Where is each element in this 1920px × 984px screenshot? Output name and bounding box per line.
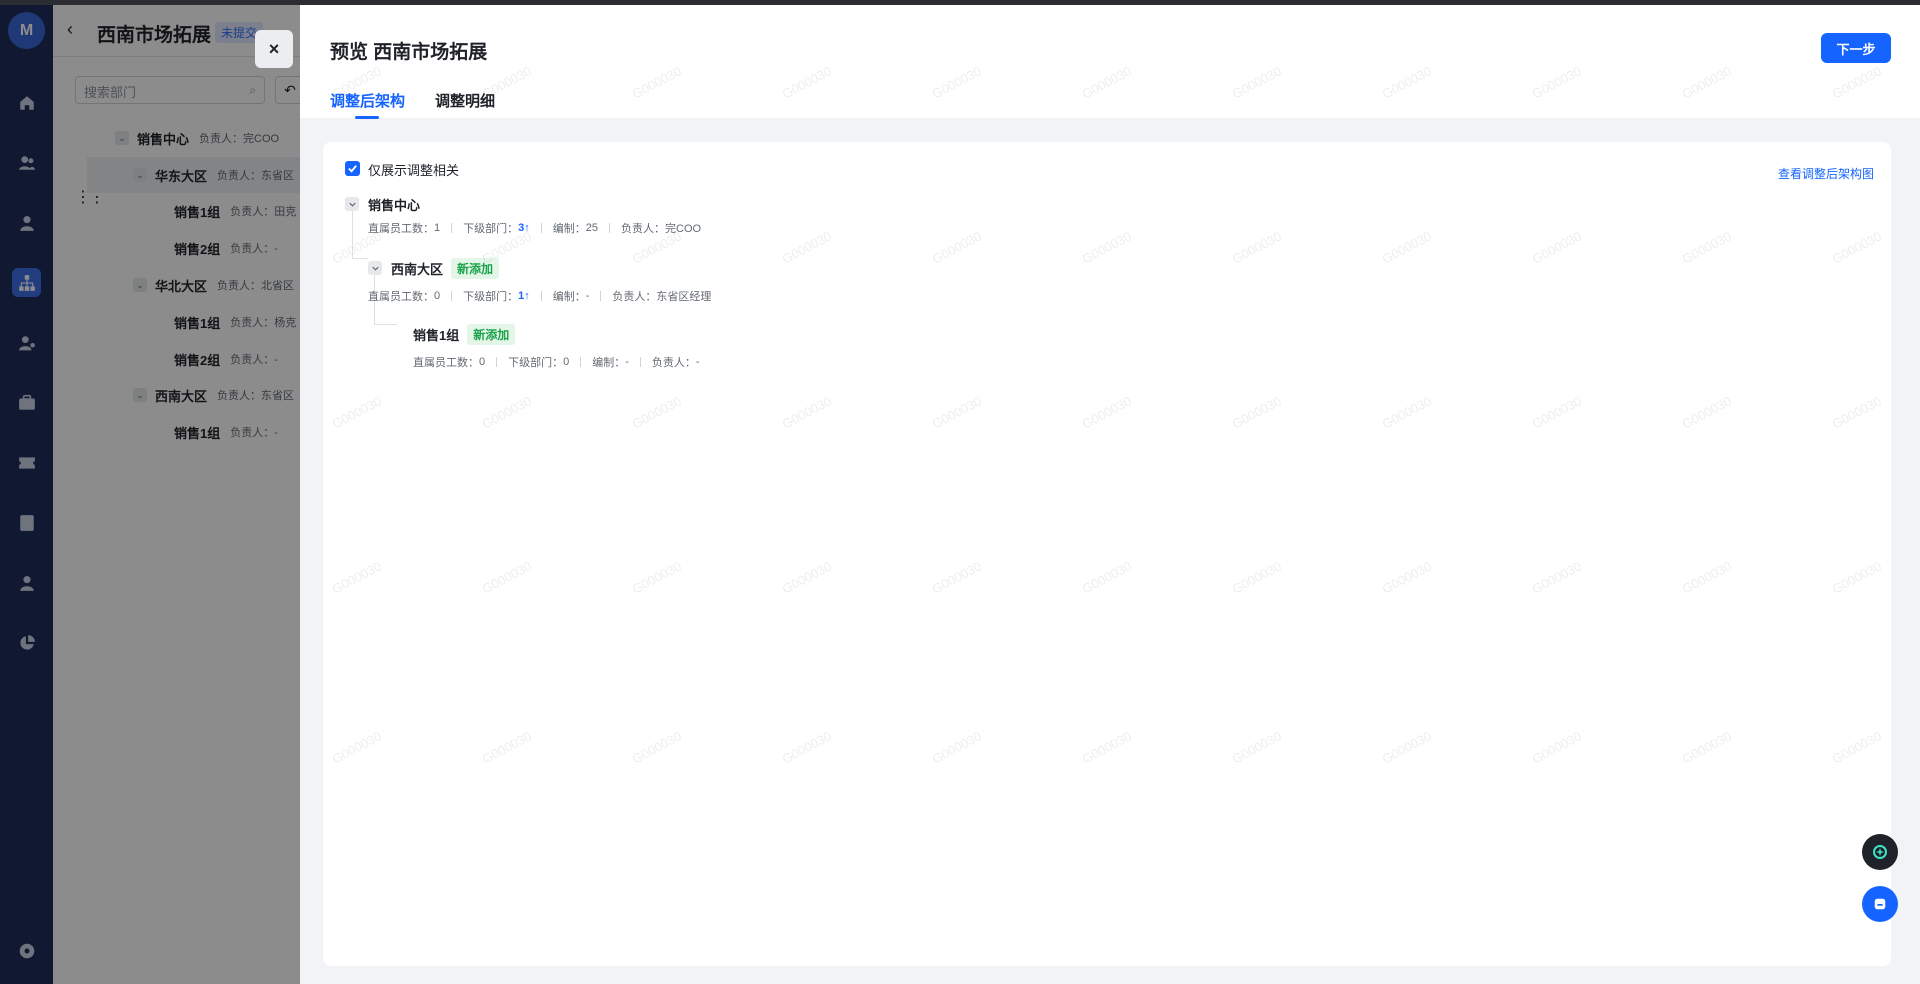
chevron-down-icon[interactable] — [345, 197, 359, 211]
node-name[interactable]: 销售1组 — [413, 325, 459, 344]
node-meta: 直属员工数： 1 下级部门： 3↑ 编制： 25 负责人： 完COO — [368, 222, 702, 235]
sub-department-link[interactable]: 3↑ — [518, 222, 530, 234]
active-tab-indicator — [355, 116, 379, 119]
tab-adjustment-details[interactable]: 调整明细 — [435, 90, 495, 111]
node-meta: 直属员工数： 0 下级部门： 1↑ 编制： - 负责人： 东省区经理 — [368, 290, 712, 303]
filter-checkbox-label[interactable]: 仅展示调整相关 — [368, 160, 459, 179]
tree-node-level1: 西南大区 新添加 直属员工数： 0 下级部门： 1↑ 编制： - 负责人： 东省区经理 — [368, 257, 712, 304]
tree-node-root: 销售中心 直属员工数： 1 下级部门： 3↑ 编制： 25 负责人： 完COO — [345, 194, 701, 236]
chat-support-button[interactable] — [1862, 886, 1898, 922]
tab-adjusted-structure[interactable]: 调整后架构 — [330, 90, 405, 111]
tree-node-level2: 销售1组 新添加 直属员工数： 0 下级部门： 0 编制： - 负责人： - — [413, 323, 700, 370]
chevron-down-icon[interactable] — [368, 261, 382, 275]
structure-card: 仅展示调整相关 查看调整后架构图 销售中心 直属员工数： 1 下级部门： 3↑ 编制… — [323, 142, 1891, 966]
window-top-strip — [0, 0, 1920, 5]
next-step-button[interactable]: 下一步 — [1821, 33, 1891, 63]
close-icon: × — [268, 38, 280, 59]
ai-assistant-button[interactable] — [1862, 834, 1898, 870]
tree-connector — [374, 324, 397, 325]
close-drawer-button[interactable]: × — [255, 30, 293, 68]
new-added-tag: 新添加 — [451, 257, 500, 279]
filter-checkbox[interactable] — [345, 161, 360, 176]
view-adjusted-chart-link[interactable]: 查看调整后架构图 — [1778, 165, 1874, 182]
drawer-header: 预览 西南市场拓展 下一步 调整后架构 调整明细 — [300, 5, 1920, 119]
tree-connector — [352, 258, 368, 259]
node-name[interactable]: 销售中心 — [368, 195, 420, 214]
node-meta: 直属员工数： 0 下级部门： 0 编制： - 负责人： - — [413, 356, 700, 369]
drawer-title: 预览 西南市场拓展 — [330, 42, 488, 63]
node-name[interactable]: 西南大区 — [391, 259, 443, 278]
sub-department-link[interactable]: 1↑ — [518, 290, 530, 302]
new-added-tag: 新添加 — [467, 323, 516, 345]
preview-drawer: 预览 西南市场拓展 下一步 调整后架构 调整明细 仅展示调整相关 查看调整后架构… — [300, 5, 1920, 984]
